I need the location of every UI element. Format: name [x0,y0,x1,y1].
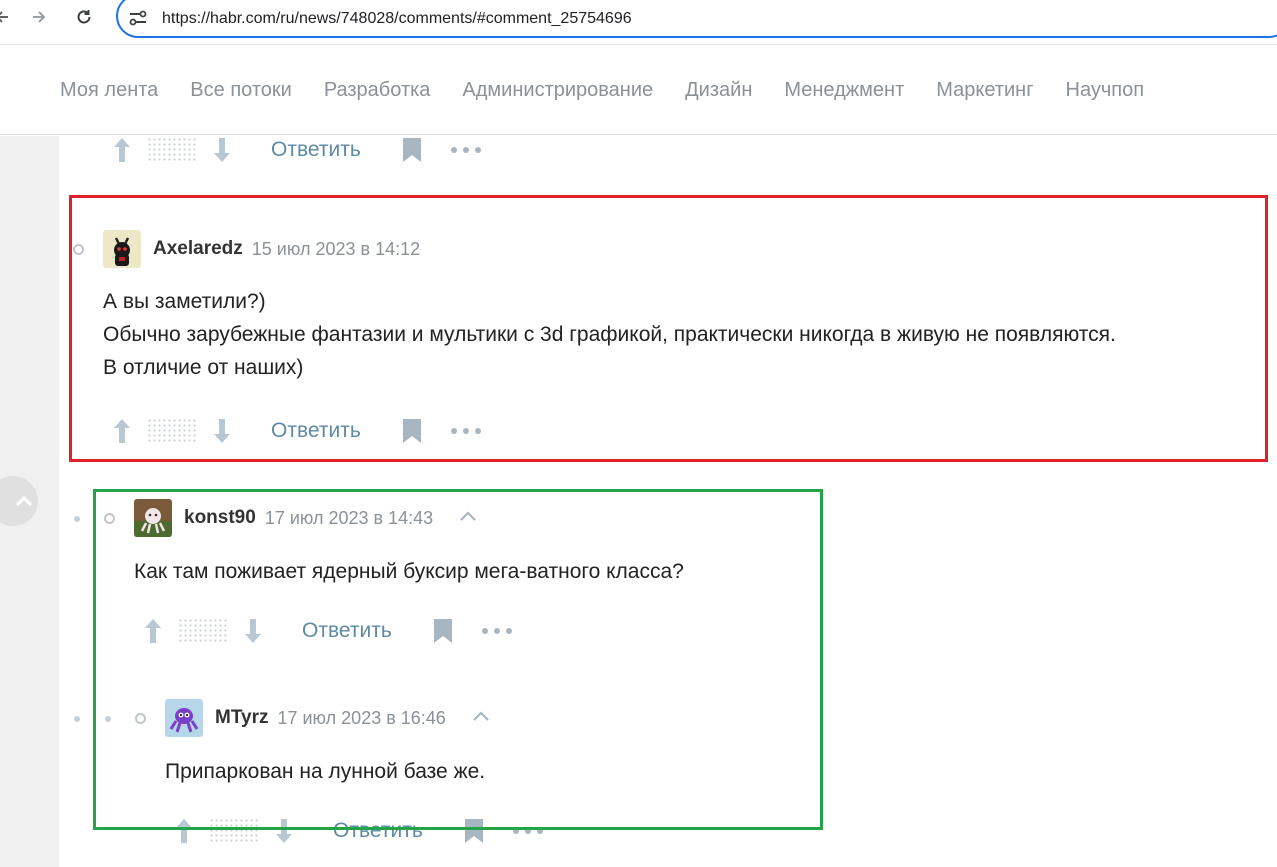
nav-item-my-feed[interactable]: Моя лента [60,79,158,102]
comment-meta-mtyrz: MTyrz 17 июл 2023 в 16:46 [165,699,490,737]
comment-meta-konst90: konst90 17 июл 2023 в 14:43 [134,499,477,537]
vote-score-hidden [147,137,197,163]
nav-items: Моя лента Все потоки Разработка Админист… [60,79,1176,102]
browser-toolbar: https://habr.com/ru/news/748028/comments… [0,0,1277,45]
nav-item-popsci[interactable]: Научпоп [1066,79,1145,102]
bookmark-icon[interactable] [432,618,454,644]
url-text[interactable]: https://habr.com/ru/news/748028/comments… [162,10,632,28]
reply-button[interactable]: Ответить [271,138,361,162]
upvote-arrow-icon[interactable] [111,416,133,446]
comment-timestamp[interactable]: 17 июл 2023 в 16:46 [277,708,445,729]
comment-meta-axelaredz: Axelaredz 15 июл 2023 в 14:12 [103,230,420,268]
thread-ring [73,244,84,255]
comment-username[interactable]: konst90 [184,507,256,529]
vote-score-hidden [147,418,197,444]
address-bar[interactable]: https://habr.com/ru/news/748028/comments… [116,0,1277,38]
back-arrow-icon[interactable] [0,4,14,30]
vote-score-hidden [209,818,259,844]
comment-line: В отличие от наших) [103,356,304,379]
comment-line: Как там поживает ядерный буксир мега-ват… [134,560,684,583]
reply-button[interactable]: Ответить [333,819,423,843]
reply-button[interactable]: Ответить [271,419,361,443]
bookmark-icon[interactable] [401,137,423,163]
comment-actions-axelaredz: Ответить [111,416,481,446]
comment-line: Обычно зарубежные фантазии и мультики с … [103,323,1116,346]
nav-item-management[interactable]: Менеджмент [784,79,904,102]
more-dots-icon[interactable] [512,826,543,836]
comment-username[interactable]: MTyrz [215,707,268,729]
comment-timestamp[interactable]: 15 июл 2023 в 14:12 [252,239,420,260]
forward-arrow-icon[interactable] [27,4,51,30]
downvote-arrow-icon[interactable] [211,135,233,165]
reply-button[interactable]: Ответить [302,619,392,643]
avatar[interactable] [103,230,141,268]
avatar[interactable] [165,699,203,737]
upvote-arrow-icon[interactable] [142,616,164,646]
avatar[interactable] [134,499,172,537]
thread-ring [104,513,115,524]
more-dots-icon[interactable] [450,426,481,436]
comment-line: А вы заметили?) [103,290,266,313]
upvote-arrow-icon[interactable] [111,135,133,165]
comment-body-axelaredz: А вы заметили?) Обычно зарубежные фантаз… [103,285,1116,384]
bookmark-icon[interactable] [463,818,485,844]
reload-icon[interactable] [72,4,96,30]
comment-line: Припаркован на лунной базе же. [165,760,486,783]
comment-body-mtyrz: Припаркован на лунной базе же. [165,755,485,788]
upvote-arrow-icon[interactable] [173,816,195,846]
comment-actions-mtyrz: Ответить [173,816,543,846]
downvote-arrow-icon[interactable] [211,416,233,446]
nav-item-design[interactable]: Дизайн [685,79,752,102]
thread-dot [74,716,80,722]
comment-timestamp[interactable]: 17 июл 2023 в 14:43 [265,508,433,529]
comment-actions-konst90: Ответить [142,616,512,646]
comment-username[interactable]: Axelaredz [153,238,243,260]
nav-item-development[interactable]: Разработка [324,79,431,102]
collapse-chevron-icon[interactable] [459,509,477,527]
nav-item-administration[interactable]: Администрирование [462,79,653,102]
thread-ring [135,713,146,724]
habr-nav: Моя лента Все потоки Разработка Админист… [0,46,1277,135]
comment-body-konst90: Как там поживает ядерный буксир мега-ват… [134,555,684,588]
nav-item-all-streams[interactable]: Все потоки [190,79,292,102]
vote-score-hidden [178,618,228,644]
downvote-arrow-icon[interactable] [273,816,295,846]
thread-dot [105,716,111,722]
downvote-arrow-icon[interactable] [242,616,264,646]
collapse-chevron-icon[interactable] [472,709,490,727]
comment-actions-previous: Ответить [111,135,481,165]
thread-dot [74,516,80,522]
nav-item-marketing[interactable]: Маркетинг [936,79,1033,102]
bookmark-icon[interactable] [401,418,423,444]
more-dots-icon[interactable] [481,626,512,636]
more-dots-icon[interactable] [450,145,481,155]
site-info-icon[interactable] [128,9,148,27]
